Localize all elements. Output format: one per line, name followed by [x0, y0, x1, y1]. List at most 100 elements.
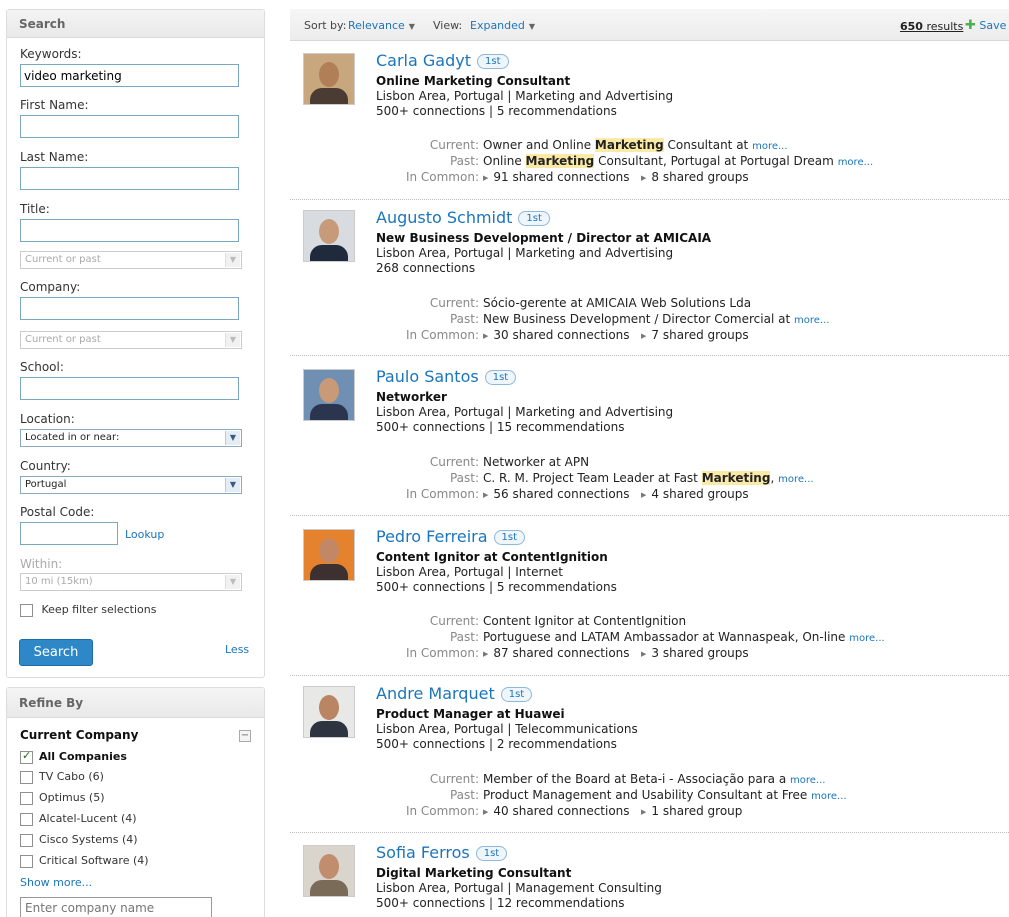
lookup-link[interactable]: Lookup: [125, 528, 164, 541]
profile-name-text[interactable]: Paulo Santos: [376, 367, 479, 386]
shared-connections-link[interactable]: 40 shared connections: [493, 804, 629, 818]
checkbox-icon[interactable]: [20, 833, 33, 847]
company-input[interactable]: [20, 297, 239, 320]
view-dropdown[interactable]: Expanded ▼: [470, 19, 535, 32]
degree-badge: 1st: [518, 211, 550, 226]
photo-face: [319, 219, 339, 244]
show-more-link[interactable]: Show more...: [20, 876, 92, 889]
search-button[interactable]: Search: [19, 639, 93, 666]
profile-name-text[interactable]: Andre Marquet: [376, 684, 495, 703]
profile-connections: 500+ connections | 5 recommendations: [376, 580, 617, 594]
sort-label: Sort by:: [304, 19, 347, 32]
checkbox-icon[interactable]: [20, 770, 33, 784]
past-text: New Business Development / Director Come…: [483, 312, 791, 326]
refine-item-optimus[interactable]: Optimus (5): [20, 791, 105, 805]
school-input[interactable]: [20, 377, 239, 400]
profile-name[interactable]: Paulo Santos 1st: [376, 367, 517, 386]
view-label: View:: [433, 19, 463, 32]
profile-name[interactable]: Sofia Ferros 1st: [376, 843, 508, 862]
country-select[interactable]: Portugal ▼: [20, 476, 242, 494]
company-name-input[interactable]: [20, 897, 212, 917]
shared-connections-link[interactable]: 91 shared connections: [493, 170, 629, 184]
refine-item-critical-software[interactable]: Critical Software (4): [20, 854, 149, 868]
profile-location: Lisbon Area, Portugal | Marketing and Ad…: [376, 246, 674, 260]
profile-name[interactable]: Andre Marquet 1st: [376, 684, 533, 703]
view-value: Expanded: [470, 19, 525, 32]
profile-photo[interactable]: [303, 210, 355, 262]
country-value: Portugal: [25, 479, 67, 490]
shared-connections-link[interactable]: 30 shared connections: [493, 328, 629, 342]
refine-item-all-companies[interactable]: All Companies: [20, 749, 127, 764]
shared-groups-link[interactable]: 3 shared groups: [651, 646, 748, 660]
photo-face: [319, 538, 339, 563]
profile-name[interactable]: Pedro Ferreira 1st: [376, 527, 526, 546]
refine-item-tv-cabo[interactable]: TV Cabo (6): [20, 770, 104, 784]
profile-name-text[interactable]: Sofia Ferros: [376, 843, 470, 862]
profile-photo[interactable]: [303, 369, 355, 421]
in-common-label: In Common:: [405, 487, 479, 501]
last-name-input[interactable]: [20, 167, 239, 190]
profile-name[interactable]: Carla Gadyt 1st: [376, 51, 509, 70]
title-input[interactable]: [20, 219, 239, 242]
postal-code-input[interactable]: [20, 522, 118, 545]
shared-groups-link[interactable]: 8 shared groups: [651, 170, 748, 184]
current-value: Owner and Online Marketing Consultant at…: [483, 138, 788, 152]
more-link[interactable]: more...: [790, 775, 825, 786]
profile-name-text[interactable]: Carla Gadyt: [376, 51, 471, 70]
checkbox-checked-icon[interactable]: [20, 749, 33, 764]
refine-item-label: Critical Software (4): [39, 854, 149, 867]
profile-connections: 268 connections: [376, 261, 476, 275]
more-link[interactable]: more...: [778, 474, 813, 485]
shared-groups-link[interactable]: 1 shared group: [651, 804, 742, 818]
current-value: Content Ignitor at ContentIgnition: [483, 614, 686, 628]
profile-photo[interactable]: [303, 686, 355, 738]
profile-name[interactable]: Augusto Schmidt 1st: [376, 208, 550, 227]
chevron-down-icon: ▼: [225, 253, 240, 267]
first-name-label: First Name:: [20, 98, 89, 112]
past-text: Portuguese and LATAM Ambassador at Wanna…: [483, 630, 846, 644]
profile-name-text[interactable]: Pedro Ferreira: [376, 527, 488, 546]
save-search-button[interactable]: ✚ Save: [965, 18, 1006, 33]
profile-photo[interactable]: [303, 845, 355, 897]
more-link[interactable]: more...: [794, 315, 829, 326]
more-link[interactable]: more...: [849, 633, 884, 644]
refine-item-cisco-systems[interactable]: Cisco Systems (4): [20, 833, 138, 847]
shared-groups-link[interactable]: 7 shared groups: [651, 328, 748, 342]
sort-dropdown[interactable]: Relevance ▼: [348, 19, 415, 32]
photo-shoulders: [310, 88, 348, 104]
profile-photo[interactable]: [303, 529, 355, 581]
location-select[interactable]: Located in or near: ▼: [20, 429, 242, 447]
more-link[interactable]: more...: [811, 791, 846, 802]
keywords-label: Keywords:: [20, 47, 82, 61]
first-name-input[interactable]: [20, 115, 239, 138]
keep-filter-checkbox[interactable]: [20, 603, 33, 617]
shared-groups-link[interactable]: 4 shared groups: [651, 487, 748, 501]
past-label: Past:: [449, 312, 479, 326]
shared-connections-link[interactable]: 87 shared connections: [493, 646, 629, 660]
profile-location: Lisbon Area, Portugal | Telecommunicatio…: [376, 722, 638, 736]
less-link[interactable]: Less: [225, 643, 249, 656]
current-label: Current:: [429, 296, 479, 310]
keyword-highlight: Marketing: [701, 471, 771, 485]
checkbox-icon[interactable]: [20, 854, 33, 868]
more-link[interactable]: more...: [838, 157, 873, 168]
checkbox-icon[interactable]: [20, 791, 33, 805]
within-select[interactable]: 10 mi (15km) ▼: [20, 573, 242, 591]
checkbox-icon[interactable]: [20, 812, 33, 826]
company-scope-select[interactable]: Current or past ▼: [20, 331, 242, 349]
refine-item-alcatel-lucent[interactable]: Alcatel-Lucent (4): [20, 812, 137, 826]
current-label: Current:: [429, 614, 479, 628]
save-label: Save: [979, 19, 1007, 32]
refine-panel: Refine By Current Company − All Companie…: [6, 687, 265, 917]
past-text: Product Management and Usability Consult…: [483, 788, 808, 802]
past-text: C. R. M. Project Team Leader at Fast: [483, 471, 702, 485]
profile-photo[interactable]: [303, 53, 355, 105]
shared-connections-link[interactable]: 56 shared connections: [493, 487, 629, 501]
profile-headline: Networker: [376, 390, 447, 404]
collapse-icon[interactable]: −: [239, 730, 251, 742]
keep-filter-row[interactable]: Keep filter selections: [20, 603, 156, 617]
keywords-input[interactable]: [20, 64, 239, 87]
title-scope-select[interactable]: Current or past ▼: [20, 251, 242, 269]
profile-name-text[interactable]: Augusto Schmidt: [376, 208, 512, 227]
more-link[interactable]: more...: [752, 141, 787, 152]
